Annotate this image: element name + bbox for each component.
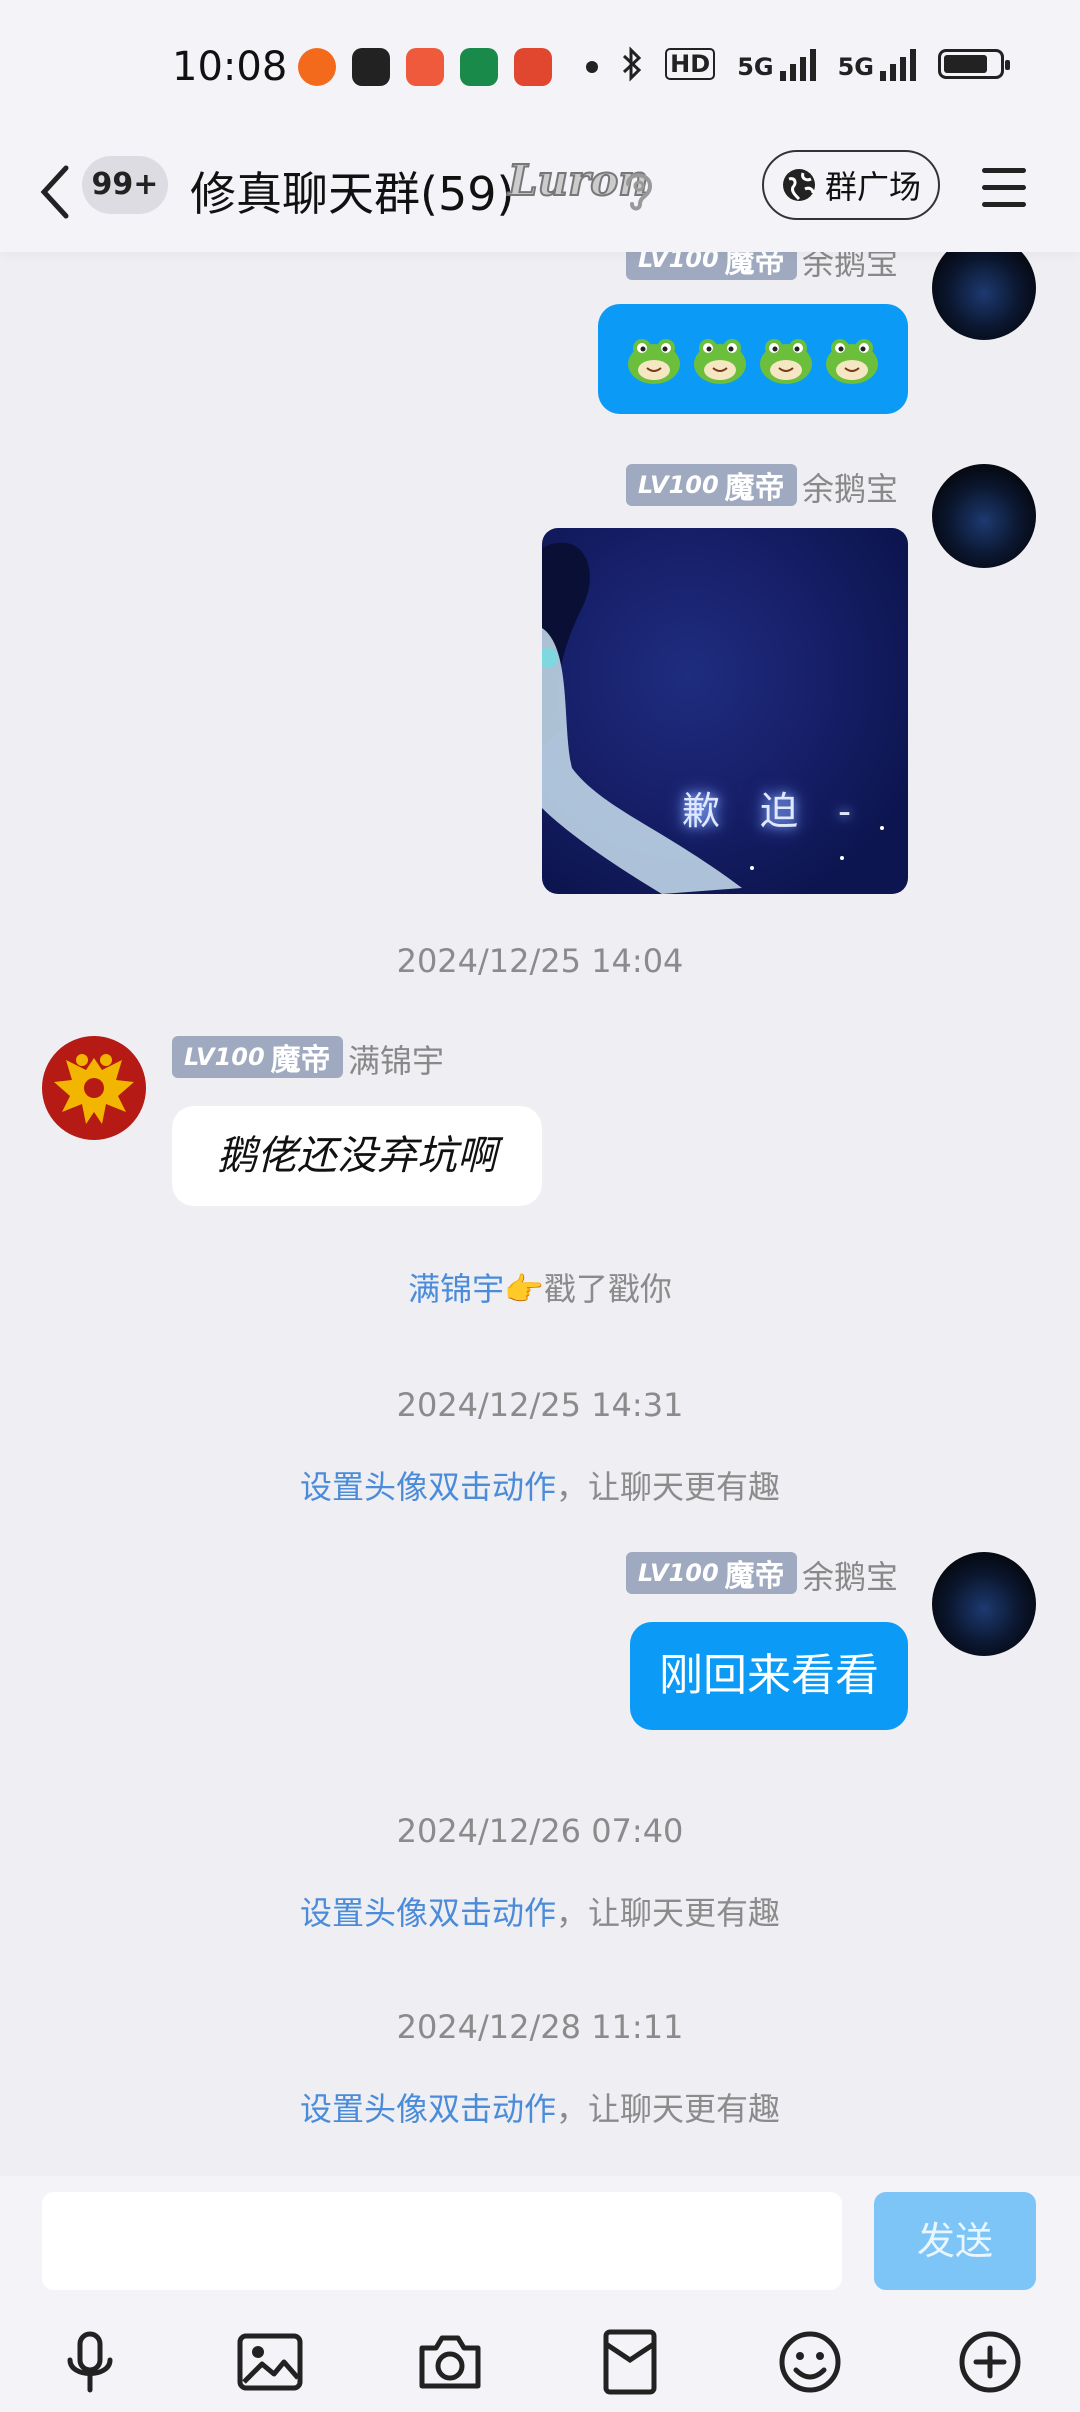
menu-icon[interactable] xyxy=(982,168,1026,208)
chat-header: 99+ 修真聊天群(59) Luron 群广场 xyxy=(0,140,1080,252)
system-tip: 设置头像双击动作，让聊天更有趣 xyxy=(0,1462,1080,1508)
frog-emoji-icon xyxy=(694,339,746,384)
camera-icon[interactable] xyxy=(414,2326,486,2398)
group-plaza-button[interactable]: 群广场 xyxy=(762,150,940,220)
system-tip-text: ，让聊天更有趣 xyxy=(556,1468,781,1506)
app-icon-game xyxy=(514,48,552,86)
hd-indicator: HD xyxy=(665,48,716,80)
timestamp-divider: 2024/12/25 14:04 xyxy=(396,942,684,980)
pointing-hand-icon: 👉 xyxy=(504,1270,544,1308)
level-tag: LV100 魔帝 xyxy=(626,464,797,506)
app-icon-capcut xyxy=(352,48,390,86)
timestamp-divider: 2024/12/28 11:11 xyxy=(396,2008,684,2046)
system-tip-text: ，让聊天更有趣 xyxy=(556,2090,781,2128)
sender-name: 满锦宇 xyxy=(348,1042,445,1080)
send-button[interactable]: 发送 xyxy=(874,2192,1036,2290)
sender-name: 余鹅宝 xyxy=(802,470,899,508)
eagle-emblem-icon xyxy=(54,1054,134,1124)
group-plaza-label: 群广场 xyxy=(824,168,921,206)
avatar-action-link[interactable]: 设置头像双击动作 xyxy=(300,2090,556,2128)
app-icon-orange xyxy=(298,48,336,86)
unread-count-badge[interactable]: 99+ xyxy=(82,156,168,214)
poke-notice: 满锦宇👉戳了戳你 xyxy=(0,1264,1080,1310)
frog-emoji-icon xyxy=(628,339,680,384)
input-toolbar xyxy=(0,2326,1080,2406)
notification-icons xyxy=(298,48,598,86)
sticker-bubble[interactable] xyxy=(598,304,908,414)
red-packet-icon[interactable] xyxy=(594,2326,666,2398)
poke-sender-link[interactable]: 满锦宇 xyxy=(408,1270,504,1308)
ghost-illustration xyxy=(542,542,884,894)
app-icon-oppo xyxy=(460,48,498,86)
system-tip: 设置头像双击动作，让聊天更有趣 xyxy=(0,2084,1080,2130)
system-indicators: HD 5G 5G xyxy=(621,46,1010,82)
chat-title[interactable]: 修真聊天群(59) xyxy=(190,158,514,224)
avatar[interactable] xyxy=(932,464,1036,568)
message-text: 鹅佬还没弃坑啊 xyxy=(217,1133,497,1179)
battery-icon xyxy=(938,49,1010,79)
back-arrow-icon[interactable] xyxy=(36,162,76,222)
system-tip: 设置头像双击动作，让聊天更有趣 xyxy=(0,1888,1080,1934)
ear-icon[interactable] xyxy=(622,168,656,212)
microphone-icon[interactable] xyxy=(54,2326,126,2398)
level-tag: LV100 魔帝 xyxy=(172,1036,343,1078)
network-type-1: 5G xyxy=(737,53,774,81)
timestamp-divider: 2024/12/26 07:40 xyxy=(396,1812,684,1850)
frog-emoji-icon xyxy=(760,339,812,384)
image-message[interactable]: 歉 迫 - xyxy=(542,528,908,894)
avatar-action-link[interactable]: 设置头像双击动作 xyxy=(300,1894,556,1932)
timestamp-divider: 2024/12/25 14:31 xyxy=(396,1386,684,1424)
image-icon[interactable] xyxy=(234,2326,306,2398)
bluetooth-icon xyxy=(623,46,642,82)
app-icon-video xyxy=(406,48,444,86)
text-message[interactable]: 刚回来看看 xyxy=(630,1622,908,1730)
message-text: 刚回来看看 xyxy=(659,1650,879,1701)
emoji-icon[interactable] xyxy=(774,2326,846,2398)
frog-emoji-icon xyxy=(826,339,878,384)
network-type-2: 5G xyxy=(837,53,874,81)
avatar[interactable] xyxy=(42,1036,146,1140)
poke-action: 戳了戳你 xyxy=(543,1270,672,1308)
image-caption: 歉 迫 - xyxy=(682,789,865,833)
input-area: 发送 xyxy=(0,2176,1080,2412)
clock: 10:08 xyxy=(172,44,288,90)
avatar[interactable] xyxy=(932,1552,1036,1656)
status-bar: 10:08 HD 5G 5G xyxy=(0,0,1080,140)
globe-icon xyxy=(782,169,815,201)
text-message[interactable]: 鹅佬还没弃坑啊 xyxy=(172,1106,542,1206)
more-notifications-dot xyxy=(586,61,598,73)
sender-name: 余鹅宝 xyxy=(802,1558,899,1596)
signal-icon-1 xyxy=(779,47,816,81)
avatar-action-link[interactable]: 设置头像双击动作 xyxy=(300,1468,556,1506)
level-tag: LV100 魔帝 xyxy=(626,1552,797,1594)
signal-icon-2 xyxy=(880,47,916,81)
plus-icon[interactable] xyxy=(954,2326,1026,2398)
system-tip-text: ，让聊天更有趣 xyxy=(556,1894,781,1932)
message-input[interactable] xyxy=(42,2192,842,2290)
